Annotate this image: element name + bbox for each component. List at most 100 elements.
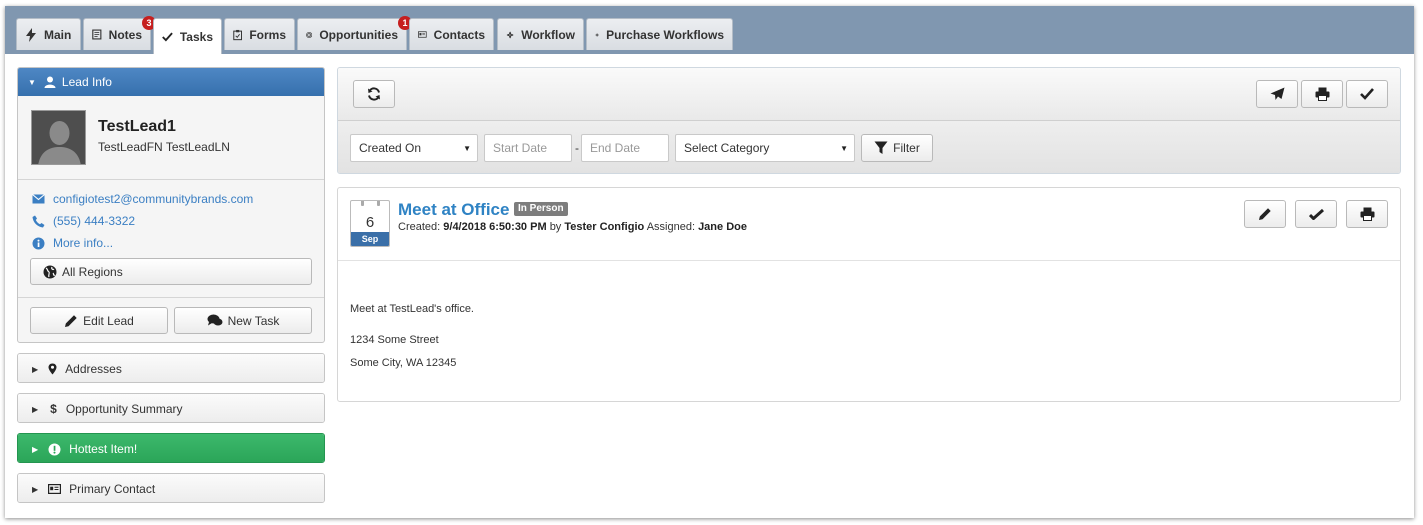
task-card: 6 Sep Meet at Office In Person Created: …	[337, 187, 1401, 402]
filter-icon	[874, 141, 888, 154]
caret-down-icon: ▼	[28, 77, 36, 87]
tab-tasks[interactable]: Tasks	[153, 18, 222, 54]
task-title[interactable]: Meet at Office	[398, 200, 509, 220]
start-date-input[interactable]: Start Date	[484, 134, 572, 162]
tab-workflow[interactable]: Workflow	[497, 18, 584, 50]
task-month: Sep	[351, 232, 389, 246]
check-icon	[1360, 88, 1374, 100]
tasks-toolbar: Created On ▼ Start Date - End Date Selec…	[337, 67, 1401, 174]
divider	[338, 260, 1400, 261]
refresh-icon	[368, 87, 380, 101]
edit-task-button[interactable]	[1244, 200, 1286, 228]
bolt-icon	[26, 27, 36, 42]
task-body-line: 1234 Some Street	[350, 334, 439, 346]
comments-icon	[207, 314, 223, 326]
tab-main[interactable]: Main	[16, 18, 81, 50]
calendar-date: 6 Sep	[350, 200, 390, 247]
pencil-icon	[1259, 208, 1271, 220]
globe-icon	[43, 265, 57, 278]
task-day: 6	[365, 214, 375, 231]
phone-link[interactable]: (555) 444-3322	[32, 214, 135, 228]
workflow-icon	[506, 30, 514, 39]
hottest-item-section[interactable]: ▶ Hottest Item!	[17, 433, 325, 463]
edit-lead-button[interactable]: Edit Lead	[30, 307, 168, 334]
clipboard-icon	[233, 29, 243, 40]
tab-label: Opportunities	[319, 27, 398, 42]
primary-contact-section[interactable]: ▶ Primary Contact	[17, 473, 325, 503]
caret-right-icon: ▶	[32, 444, 39, 454]
dollar-icon: $	[50, 402, 57, 416]
end-date-placeholder: End Date	[590, 141, 641, 155]
created-datetime: 9/4/2018 6:50:30 PM	[443, 221, 547, 233]
all-regions-button[interactable]: All Regions	[30, 258, 312, 285]
filter-button[interactable]: Filter	[861, 134, 933, 162]
user-icon	[44, 76, 56, 88]
check-icon	[1308, 208, 1324, 220]
task-body-line: Meet at TestLead's office.	[350, 303, 474, 315]
end-date-input[interactable]: End Date	[581, 134, 669, 162]
tab-contacts[interactable]: Contacts	[409, 18, 494, 50]
category-select[interactable]: Select Category ▼	[675, 134, 855, 162]
caret-right-icon: ▶	[32, 404, 39, 414]
complete-task-button[interactable]	[1295, 200, 1337, 228]
tab-purchase-workflows[interactable]: Purchase Workflows	[586, 18, 733, 50]
check-icon	[162, 32, 173, 41]
caret-down-icon: ▼	[463, 144, 471, 153]
addresses-section[interactable]: ▶ Addresses	[17, 353, 325, 383]
by-label: by	[549, 221, 562, 233]
tab-label: Notes	[108, 27, 142, 42]
tab-label: Workflow	[521, 27, 575, 42]
id-card-icon	[418, 31, 427, 38]
all-regions-label: All Regions	[62, 264, 123, 279]
divider	[18, 297, 324, 298]
created-label: Created:	[398, 221, 441, 233]
new-task-label: New Task	[227, 313, 280, 328]
filter-label: Filter	[893, 141, 920, 155]
task-meta: Created: 9/4/2018 6:50:30 PM by Tester C…	[398, 221, 747, 233]
lead-info-title: Lead Info	[61, 75, 112, 89]
sort-select-value: Created On	[359, 141, 422, 155]
refresh-button[interactable]	[353, 80, 395, 108]
workflow-icon	[595, 32, 599, 37]
tab-label: Tasks	[179, 29, 213, 44]
assigned-to: Jane Doe	[698, 221, 747, 233]
opportunity-summary-section[interactable]: ▶ $ Opportunity Summary	[17, 393, 325, 423]
phone-text: (555) 444-3322	[53, 214, 136, 228]
tab-notes[interactable]: Notes 3	[83, 16, 156, 50]
send-button[interactable]	[1256, 80, 1298, 108]
notes-icon	[92, 29, 102, 40]
print-button[interactable]	[1301, 80, 1343, 108]
divider	[18, 179, 324, 180]
exclamation-circle-icon	[48, 443, 61, 455]
print-icon	[1360, 207, 1374, 221]
new-task-button[interactable]: New Task	[174, 307, 312, 334]
email-link[interactable]: configiotest2@communitybrands.com	[32, 192, 253, 206]
print-task-button[interactable]	[1346, 200, 1388, 228]
lead-full-name: TestLeadFN TestLeadLN	[98, 140, 230, 154]
info-icon	[32, 237, 45, 249]
tab-opportunities[interactable]: Opportunities 1	[297, 16, 412, 50]
created-by: Tester Configio	[564, 221, 645, 233]
assigned-label: Assigned:	[646, 221, 695, 233]
task-type-badge: In Person	[514, 202, 568, 216]
tab-label: Purchase Workflows	[606, 27, 724, 42]
edit-lead-label: Edit Lead	[83, 313, 134, 328]
hottest-item-label: Hottest Item!	[69, 442, 138, 456]
lead-info-panel: ▼ Lead Info TestLead1 TestLeadFN TestLea…	[17, 67, 325, 343]
task-body-line: Some City, WA 12345	[350, 357, 457, 369]
tab-bar: Main Notes 3 Tasks Forms Opportunities 1…	[5, 6, 1414, 54]
more-info-text: More info...	[53, 236, 114, 250]
opportunity-summary-label: Opportunity Summary	[65, 402, 183, 416]
addresses-label: Addresses	[65, 362, 122, 376]
date-separator: -	[575, 141, 579, 155]
caret-down-icon: ▼	[840, 144, 848, 153]
email-text: configiotest2@communitybrands.com	[53, 192, 254, 206]
more-info-link[interactable]: More info...	[32, 236, 113, 250]
tab-label: Contacts	[433, 27, 485, 42]
map-marker-icon	[48, 363, 57, 375]
sort-select[interactable]: Created On ▼	[350, 134, 478, 162]
tab-forms[interactable]: Forms	[224, 18, 295, 50]
paper-plane-icon	[1270, 87, 1284, 100]
complete-button[interactable]	[1346, 80, 1388, 108]
lead-info-header[interactable]: ▼ Lead Info	[18, 68, 324, 96]
